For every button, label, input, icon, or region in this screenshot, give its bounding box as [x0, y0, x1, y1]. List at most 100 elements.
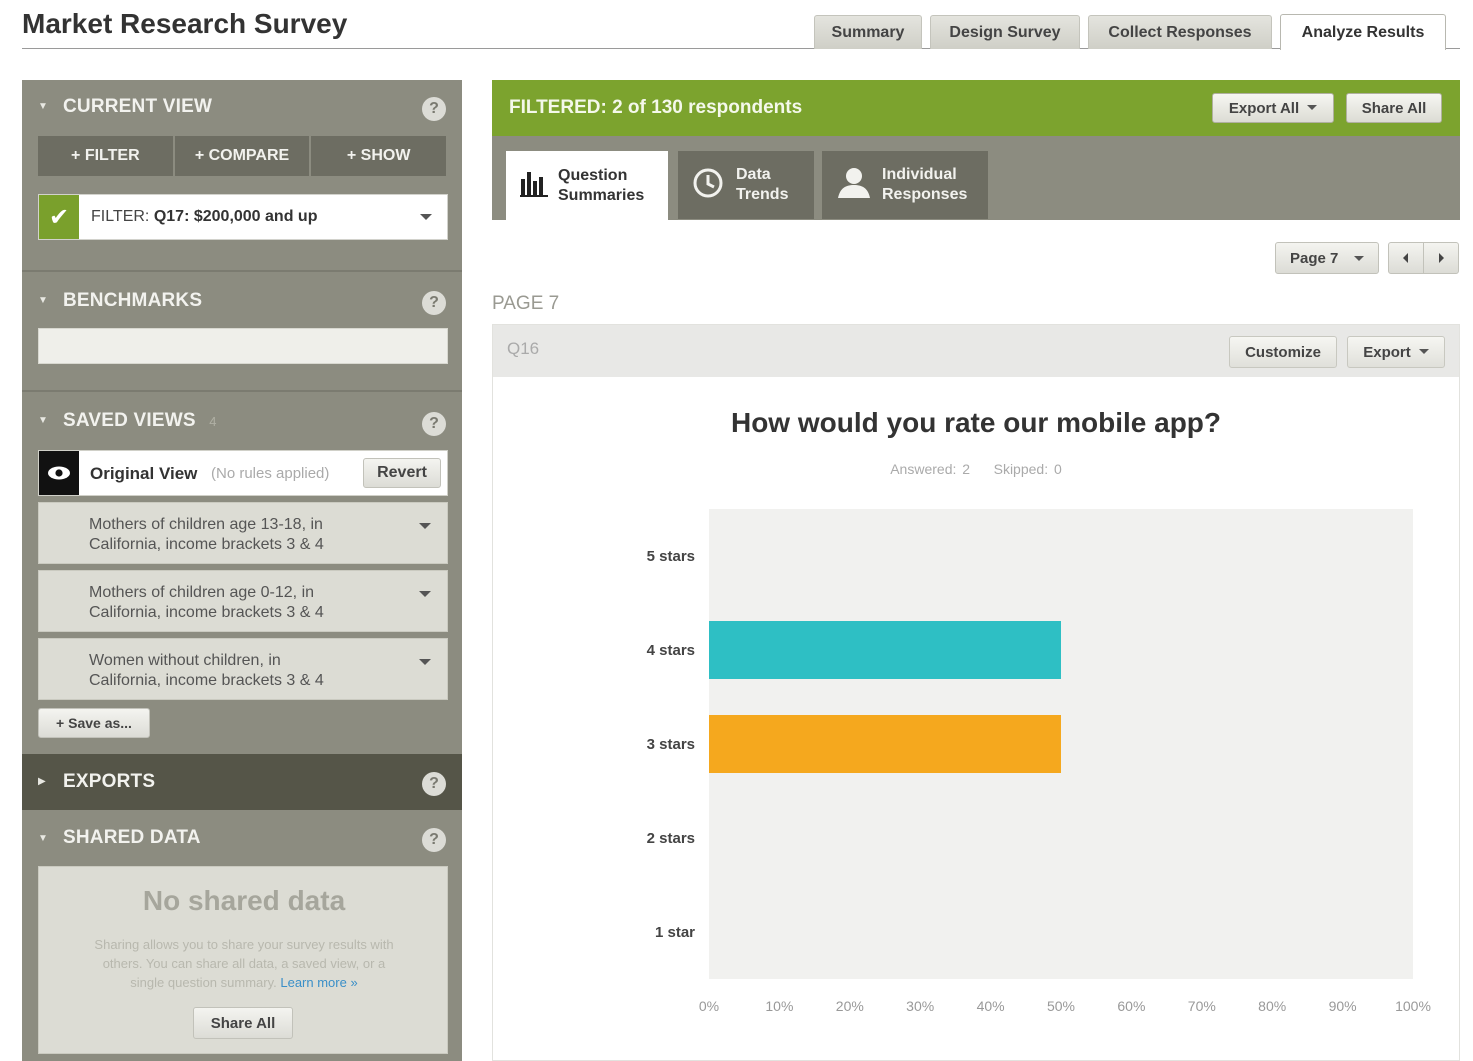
tab-label-line1: Data: [736, 166, 771, 183]
filter-banner: FILTERED: 2 of 130 respondents Export Al…: [492, 80, 1460, 136]
page-selector-label: Page 7: [1290, 250, 1339, 267]
bar: [709, 621, 1061, 679]
x-tick-label: 30%: [906, 998, 934, 1014]
filter-prefix: FILTER:: [91, 208, 150, 225]
saved-view-item[interactable]: Mothers of children age 0-12, in Califor…: [38, 570, 448, 632]
saved-view-line1: Mothers of children age 13-18, in: [89, 516, 323, 533]
chevron-down-icon[interactable]: [419, 523, 431, 529]
category-label: 2 stars: [647, 830, 695, 847]
question-card: Q16 Customize Export How would you rate …: [492, 324, 1460, 1061]
help-icon[interactable]: ?: [422, 291, 446, 315]
rating-bar-chart: 5 stars 4 stars 3 stars 2 stars 1 star 0% 10% 2…: [647, 509, 1431, 1014]
exports-header[interactable]: ▶ EXPORTS ?: [22, 754, 462, 810]
bar-chart-icon: [520, 169, 548, 202]
chevron-down-icon[interactable]: [420, 214, 432, 220]
benchmarks-title: BENCHMARKS: [63, 290, 203, 311]
save-as-button[interactable]: + Save as...: [38, 708, 150, 738]
x-tick-label: 60%: [1117, 998, 1145, 1014]
help-icon[interactable]: ?: [422, 412, 446, 436]
saved-view-item[interactable]: Women without children, in California, i…: [38, 638, 448, 700]
collapse-caret-icon: ▼: [38, 101, 48, 112]
collapse-caret-icon: ▼: [38, 415, 48, 426]
current-view-title: CURRENT VIEW: [63, 96, 213, 117]
app-title: Market Research Survey: [22, 8, 348, 39]
current-view-header[interactable]: ▼ CURRENT VIEW ?: [22, 80, 462, 134]
filter-status: FILTERED: 2 of 130 respondents: [509, 97, 803, 118]
benchmarks-header[interactable]: ▼ BENCHMARKS ?: [22, 274, 462, 328]
tab-design-survey[interactable]: Design Survey: [930, 15, 1080, 49]
next-page-button[interactable]: [1423, 242, 1459, 274]
benchmarks-box: [38, 328, 448, 364]
revert-button[interactable]: Revert: [363, 458, 441, 488]
tab-label-line1: Question: [558, 166, 628, 184]
tab-label-line1: Individual: [882, 166, 957, 183]
shared-description-line: Sharing allows you to share your survey …: [94, 937, 394, 952]
share-all-button[interactable]: Share All: [193, 1007, 293, 1039]
category-label: 3 stars: [647, 736, 695, 753]
x-tick-label: 50%: [1047, 998, 1075, 1014]
clock-icon: [692, 167, 724, 204]
help-icon[interactable]: ?: [422, 97, 446, 121]
category-label: 1 star: [655, 924, 695, 941]
section-divider: [22, 270, 462, 272]
saved-views-title: SAVED VIEWS: [63, 410, 196, 431]
shared-data-header[interactable]: ▼ SHARED DATA ?: [22, 810, 462, 864]
chevron-down-icon: [1307, 104, 1318, 110]
tab-analyze-results[interactable]: Analyze Results: [1280, 14, 1446, 50]
tab-label-line2: Trends: [736, 186, 789, 203]
x-tick-label: 90%: [1329, 998, 1357, 1014]
share-all-button[interactable]: Share All: [1346, 93, 1442, 123]
x-tick-label: 40%: [977, 998, 1005, 1014]
original-view-label: Original View: [90, 464, 198, 483]
page-selector[interactable]: Page 7: [1275, 242, 1379, 274]
check-icon[interactable]: ✔: [39, 195, 79, 239]
shared-description-line: single question summary.: [130, 975, 277, 990]
exports-title: EXPORTS: [63, 771, 156, 792]
chevron-right-icon: [1439, 253, 1444, 263]
chevron-left-icon: [1403, 253, 1408, 263]
add-filter-button[interactable]: + FILTER: [38, 136, 175, 176]
collapse-caret-icon: ▼: [38, 833, 48, 844]
saved-view-line2: California, income brackets 3 & 4: [89, 536, 324, 553]
tab-label-line2: Summaries: [558, 186, 645, 204]
original-view-row[interactable]: Original View (No rules applied) Revert: [38, 450, 448, 496]
saved-views-count: 4: [209, 414, 217, 429]
view-action-bar: + FILTER + COMPARE + SHOW: [38, 136, 447, 176]
help-icon[interactable]: ?: [422, 828, 446, 852]
sidebar: ▼ CURRENT VIEW ? + FILTER + COMPARE + SH…: [22, 80, 462, 1061]
filter-value: Q17: $200,000 and up: [153, 208, 318, 225]
view-tabs: Question Summaries Data Trends Individual R…: [492, 136, 1460, 220]
page-heading: PAGE 7: [492, 293, 560, 314]
x-tick-label: 100%: [1395, 998, 1431, 1014]
add-show-button[interactable]: + SHOW: [311, 136, 447, 176]
saved-view-line2: California, income brackets 3 & 4: [89, 672, 324, 689]
add-compare-button[interactable]: + COMPARE: [174, 136, 312, 176]
tab-individual-responses[interactable]: Individual Responses: [822, 151, 988, 219]
shared-empty-title: No shared data: [142, 885, 346, 916]
help-icon[interactable]: ?: [422, 772, 446, 796]
active-filter-row[interactable]: ✔ FILTER: Q17: $200,000 and up: [38, 194, 448, 240]
tab-question-summaries[interactable]: Question Summaries: [506, 151, 668, 220]
export-all-button[interactable]: Export All: [1212, 93, 1334, 123]
learn-more-link[interactable]: Learn more »: [280, 975, 357, 990]
section-divider: [22, 390, 462, 392]
chevron-down-icon: [1354, 256, 1364, 261]
chevron-down-icon[interactable]: [419, 591, 431, 597]
export-all-label: Export All: [1228, 99, 1300, 117]
saved-views-header[interactable]: ▼ SAVED VIEWS 4 ?: [22, 394, 462, 448]
person-icon: [836, 166, 872, 205]
expand-caret-icon: ▶: [38, 776, 46, 787]
saved-view-item[interactable]: Mothers of children age 13-18, in Califo…: [38, 502, 448, 564]
x-tick-label: 20%: [836, 998, 864, 1014]
tab-data-trends[interactable]: Data Trends: [678, 151, 814, 219]
previous-page-button[interactable]: [1388, 242, 1424, 274]
tab-collect-responses[interactable]: Collect Responses: [1088, 15, 1272, 49]
saved-view-line1: Women without children, in: [89, 652, 281, 669]
tab-summary[interactable]: Summary: [814, 15, 922, 49]
x-tick-label: 10%: [765, 998, 793, 1014]
shared-description-line: others. You can share all data, a saved …: [102, 956, 386, 971]
collapse-caret-icon: ▼: [38, 295, 48, 306]
x-tick-label: 80%: [1258, 998, 1286, 1014]
chevron-down-icon[interactable]: [419, 659, 431, 665]
shared-data-box: No shared data Sharing allows you to sha…: [38, 866, 448, 1054]
